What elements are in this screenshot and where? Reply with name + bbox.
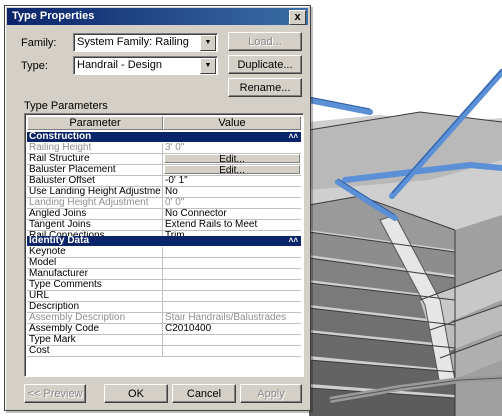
table-row[interactable]: Cost	[27, 346, 301, 357]
apply-button[interactable]: Apply	[240, 384, 302, 403]
param-name: Tangent Joins	[29, 220, 91, 230]
param-name: Use Landing Height Adjustment	[29, 187, 161, 197]
param-name: Model	[29, 258, 57, 268]
param-name: Cost	[29, 346, 50, 356]
chevron-down-icon[interactable]: ▼	[200, 35, 216, 51]
type-properties-dialog: Type Properties x Family: System Family:…	[4, 5, 311, 411]
column-header-value[interactable]: Value	[163, 116, 301, 130]
param-value: Stair Handrails/Balustrades	[165, 313, 287, 323]
group-header-identity-data[interactable]: Identity Data ˄˄	[27, 236, 301, 246]
ok-button[interactable]: OK	[104, 384, 168, 403]
preview-button[interactable]: << Preview	[24, 384, 86, 403]
chevron-down-icon[interactable]: ▼	[200, 58, 216, 74]
table-row[interactable]: Baluster Placement Edit...	[27, 165, 301, 176]
dialog-title: Type Properties	[12, 10, 95, 22]
table-row[interactable]: Use Landing Height Adjustment No	[27, 187, 301, 198]
table-row[interactable]: Tangent Joins Extend Rails to Meet	[27, 220, 301, 231]
rail-structure-edit-button[interactable]: Edit...	[164, 154, 300, 165]
table-row[interactable]: Landing Height Adjustment 0' 0"	[27, 198, 301, 209]
type-dropdown[interactable]: Handrail - Design ▼	[73, 56, 218, 75]
table-row[interactable]: Type Comments	[27, 280, 301, 291]
param-name: Rail Structure	[29, 154, 90, 164]
param-value[interactable]: No Connector	[165, 209, 299, 219]
param-name: Landing Height Adjustment	[29, 198, 149, 208]
grid-header: Parameter Value	[27, 116, 301, 130]
load-button[interactable]: Load...	[228, 32, 302, 51]
param-name: Manufacturer	[29, 269, 88, 279]
param-value[interactable]: No	[165, 187, 299, 197]
group-name: Construction	[29, 131, 92, 142]
table-row[interactable]: Keynote	[27, 247, 301, 258]
table-row[interactable]: Rail Structure Edit...	[27, 154, 301, 165]
param-value[interactable]: -0' 1"	[165, 176, 299, 186]
param-name: Assembly Code	[29, 324, 100, 334]
table-row[interactable]: Angled Joins No Connector	[27, 209, 301, 220]
family-label: Family:	[21, 37, 57, 49]
group-name: Identity Data	[29, 235, 90, 246]
param-name: Description	[29, 302, 80, 312]
type-parameters-grid[interactable]: Parameter Value Construction ˄˄ Railing …	[24, 113, 304, 377]
table-row[interactable]: Type Mark	[27, 335, 301, 346]
param-name: Baluster Placement	[29, 165, 116, 175]
table-row[interactable]: Assembly Description Stair Handrails/Bal…	[27, 313, 301, 324]
param-name: URL	[29, 291, 50, 301]
table-row[interactable]: Manufacturer	[27, 269, 301, 280]
table-row[interactable]: Railing Height 3' 0"	[27, 143, 301, 154]
param-name: Railing Height	[29, 143, 92, 153]
type-dropdown-value: Handrail - Design	[77, 59, 162, 71]
baluster-placement-edit-button[interactable]: Edit...	[164, 165, 300, 176]
dialog-title-bar[interactable]: Type Properties x	[7, 8, 308, 25]
column-header-parameter[interactable]: Parameter	[27, 116, 163, 130]
table-row[interactable]: Baluster Offset -0' 1"	[27, 176, 301, 187]
collapse-icon[interactable]: ˄˄	[289, 132, 298, 142]
param-name: Baluster Offset	[29, 176, 95, 186]
rename-button[interactable]: Rename...	[228, 78, 302, 97]
cancel-button[interactable]: Cancel	[172, 384, 236, 403]
param-value: 0' 0"	[165, 198, 185, 208]
collapse-icon[interactable]: ˄˄	[289, 236, 298, 246]
param-name: Angled Joins	[29, 209, 87, 219]
param-name: Type Mark	[29, 335, 76, 345]
table-row[interactable]: Assembly Code C2010400	[27, 324, 301, 335]
table-row[interactable]: URL	[27, 291, 301, 302]
duplicate-button[interactable]: Duplicate...	[228, 55, 302, 74]
param-value[interactable]: Extend Rails to Meet	[165, 220, 299, 230]
param-value: 3' 0"	[165, 143, 185, 153]
family-dropdown-value: System Family: Railing	[77, 36, 189, 48]
type-parameters-label: Type Parameters	[24, 100, 108, 112]
group-header-construction[interactable]: Construction ˄˄	[27, 132, 301, 142]
table-row[interactable]: Description	[27, 302, 301, 313]
param-name: Type Comments	[29, 280, 102, 290]
param-value[interactable]: C2010400	[165, 324, 299, 334]
type-label: Type:	[21, 60, 48, 72]
close-button[interactable]: x	[289, 10, 306, 25]
param-name: Keynote	[29, 247, 66, 257]
family-dropdown[interactable]: System Family: Railing ▼	[73, 33, 218, 52]
table-row[interactable]: Model	[27, 258, 301, 269]
param-name: Assembly Description	[29, 313, 126, 323]
